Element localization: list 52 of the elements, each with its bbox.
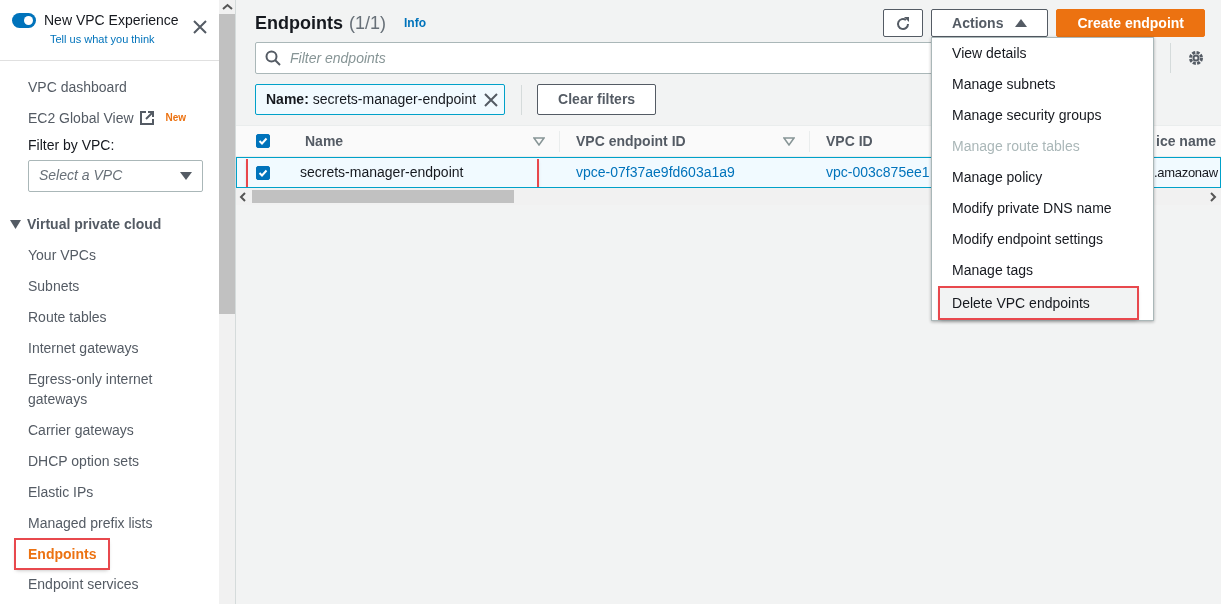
menu-item[interactable]: Manage security groups [932,100,1154,131]
feedback-link[interactable]: Tell us what you think [50,31,193,48]
id-link[interactable]: vpc-003c875ee1 [826,164,930,180]
filter-label: Filter by VPC: [27,135,116,155]
column-header[interactable]: ice name [1156,130,1216,152]
section-header[interactable]: Virtual private cloud [0,191,172,245]
column-header[interactable]: VPC endpoint ID [576,130,686,152]
caret-icon [1015,19,1028,27]
nav-link[interactable]: Egress-only internet gateways [0,368,203,409]
column-header[interactable]: VPC ID [826,130,873,152]
dropdown-caret-icon [180,171,192,180]
toggle-switch[interactable] [12,13,36,28]
checkbox[interactable] [256,134,270,148]
nav-link[interactable]: Elastic IPs [0,481,122,502]
new-label: New [165,111,187,125]
close-icon[interactable] [193,20,207,34]
nav-link[interactable]: Endpoint services [0,573,167,594]
settings-icon[interactable] [1187,49,1205,67]
column-header[interactable]: Name [305,130,344,152]
nav-link[interactable]: EC2 Global View [0,107,140,128]
caret-icon [10,219,21,229]
checkbox[interactable] [256,165,270,180]
nav-link[interactable]: Carrier gateways [0,419,162,440]
menu-item[interactable]: Manage tags [932,255,1154,286]
table-cell-text: secrets-manager-endpoint [300,163,464,182]
actions-button[interactable]: Actions [931,9,1049,37]
nav-link[interactable]: Internet gateways [0,337,167,358]
sort-icon[interactable] [533,136,545,146]
page-title: Endpoints [255,11,343,35]
refresh-icon [895,15,912,32]
menu-item[interactable]: Modify endpoint settings [932,224,1154,255]
nav-link[interactable]: Your VPCs [0,244,124,265]
menu-item[interactable]: Delete VPC endpoints [940,288,1138,318]
toggle-label: New VPC Experience [44,11,180,30]
remove-icon[interactable] [484,92,499,107]
id-link[interactable]: vpce-07f37ae9fd603a1a9 [576,164,735,180]
nav-link[interactable]: VPC dashboard [0,76,155,97]
filter-token[interactable]: Name: secrets-manager-endpoint [255,84,506,115]
scrollbar-thumb[interactable] [219,14,235,314]
refresh-button[interactable] [883,9,924,37]
table-cell: .amazonaw [1154,164,1218,180]
nav-link[interactable]: DHCP option sets [0,450,167,471]
menu-item[interactable]: Modify private DNS name [932,193,1154,224]
vpc-select[interactable]: Select a VPC [28,159,203,192]
nav-link[interactable]: Managed prefix lists [0,512,181,533]
info-link[interactable]: Info [404,14,426,32]
nav-link[interactable]: Subnets [0,275,108,296]
clear-filters-button[interactable]: Clear filters [537,84,657,115]
item-count: (1/1) [349,11,386,35]
sort-icon[interactable] [783,136,795,146]
scrollbar-thumb[interactable] [252,190,514,203]
nav-link[interactable]: Route tables [0,306,135,327]
